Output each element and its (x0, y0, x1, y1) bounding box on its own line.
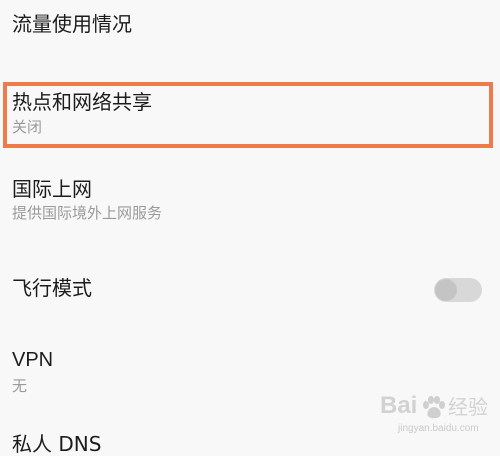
settings-item-title: 国际上网 (12, 177, 92, 201)
settings-item-title: 私人 DNS (12, 432, 102, 456)
toggle-knob (435, 279, 457, 301)
settings-list: 流量使用情况 热点和网络共享 关闭 国际上网 提供国际境外上网服务 飞行模式 V… (0, 0, 500, 456)
airplane-mode-toggle[interactable] (434, 278, 482, 302)
settings-item-hotspot-tethering[interactable]: 热点和网络共享 关闭 (0, 82, 500, 152)
settings-item-title: VPN (12, 349, 54, 371)
settings-item-data-usage[interactable]: 流量使用情况 (0, 0, 500, 60)
settings-item-status: 关闭 (12, 118, 43, 136)
settings-item-description: 提供国际境外上网服务 (12, 204, 163, 222)
settings-item-airplane-mode[interactable]: 飞行模式 (0, 265, 500, 315)
settings-item-vpn[interactable]: VPN 无 (0, 340, 500, 400)
settings-item-title: 热点和网络共享 (12, 90, 152, 114)
settings-item-private-dns[interactable]: 私人 DNS (0, 425, 500, 456)
settings-item-status: 无 (12, 377, 28, 395)
settings-item-international-roaming[interactable]: 国际上网 提供国际境外上网服务 (0, 165, 500, 235)
settings-item-title: 飞行模式 (12, 276, 92, 300)
settings-item-title: 流量使用情况 (12, 12, 132, 36)
